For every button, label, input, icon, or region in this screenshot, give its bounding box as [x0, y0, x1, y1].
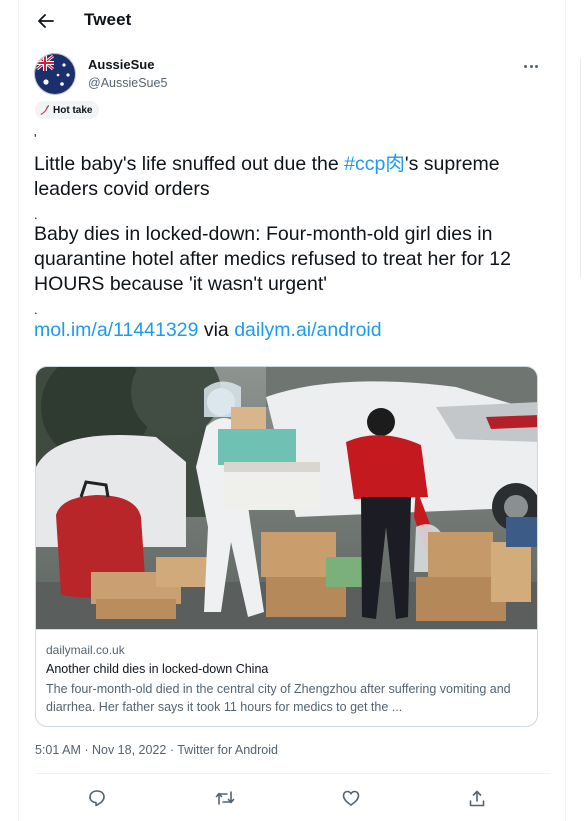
card-image [36, 367, 537, 629]
share-icon [469, 790, 485, 806]
tweet-text: ' Little baby's life snuffed out due the… [34, 132, 549, 343]
article-short-link[interactable]: mol.im/a/11441329 [34, 319, 198, 341]
avatar[interactable] [34, 53, 76, 95]
tweet-mark: ' [34, 131, 37, 146]
tweet-links: mol.im/a/11441329 via dailym.ai/android [34, 318, 549, 343]
card-meta: dailymail.co.uk Another child dies in lo… [36, 629, 537, 726]
tweet-date[interactable]: Nov 18, 2022 [92, 743, 166, 757]
author-display-name[interactable]: AussieSue [88, 57, 154, 72]
chili-pepper-icon [40, 104, 50, 115]
adjacent-panel-edge [574, 0, 584, 821]
reply-icon [89, 790, 105, 807]
page-title: Tweet [84, 10, 132, 29]
link-preview-card[interactable]: dailymail.co.uk Another child dies in lo… [35, 366, 538, 727]
panel-border [580, 58, 581, 278]
more-dot [529, 64, 533, 68]
hashtag-link[interactable]: #ccp肉 [344, 153, 405, 175]
arrow-left-icon [38, 14, 54, 28]
retweet-button[interactable] [211, 784, 239, 812]
tweet-dot-2: . [34, 302, 38, 317]
separator: · [166, 743, 178, 757]
back-button[interactable] [31, 6, 61, 36]
tweet-source[interactable]: Twitter for Android [177, 743, 278, 757]
author-handle[interactable]: @AussieSue5 [88, 76, 167, 90]
tweet-time[interactable]: 5:01 AM [35, 743, 81, 757]
tweet-timestamp: 5:01 AM · Nov 18, 2022 · Twitter for And… [35, 743, 278, 757]
like-icon [342, 790, 360, 806]
australian-flag-avatar [34, 53, 76, 95]
more-options-button[interactable] [519, 58, 543, 74]
tweet-dot-1: . [34, 207, 38, 222]
action-bar [19, 774, 567, 821]
more-dot [535, 64, 539, 68]
hot-take-badge[interactable]: Hot take [35, 101, 100, 119]
app-link[interactable]: dailym.ai/android [234, 319, 381, 341]
reply-button[interactable] [83, 784, 111, 812]
via-text: via [198, 319, 235, 341]
card-domain: dailymail.co.uk [46, 643, 125, 657]
tweet-paragraph-1: Little baby's life snuffed out due the #… [34, 152, 549, 202]
tweet-line1-pre: Little baby's life snuffed out due the [34, 153, 345, 175]
header: Tweet [19, 0, 567, 42]
separator: · [80, 743, 92, 757]
like-button[interactable] [337, 784, 365, 812]
badge-label: Hot take [53, 104, 93, 116]
tweet-column: Tweet AussieSue @AussieSue5 Hot take ' L… [18, 0, 566, 821]
news-photo-image [36, 367, 537, 629]
card-title: Another child dies in locked-down China [46, 662, 269, 676]
more-dot [523, 64, 527, 68]
share-button[interactable] [463, 784, 491, 812]
card-description: The four-month-old died in the central c… [46, 682, 511, 714]
retweet-icon [215, 791, 235, 805]
tweet-paragraph-2: Baby dies in locked-down: Four-month-old… [34, 223, 511, 295]
